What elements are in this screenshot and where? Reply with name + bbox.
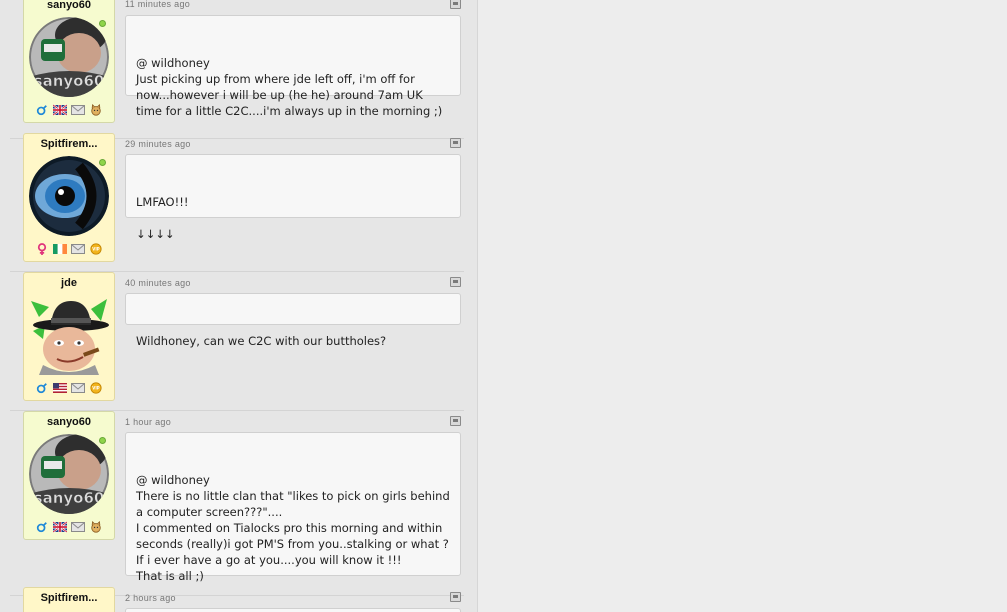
message-icon[interactable]	[71, 382, 85, 394]
comment-bubble: @ wildhoney There is no little clan that …	[125, 432, 461, 583]
comment-line: I commented on Tialocks pro this morning…	[136, 521, 449, 551]
post-timestamp: 11 minutes ago	[125, 0, 191, 9]
comment-line: LMFAO!!!	[136, 195, 189, 209]
user-card[interactable]: Spitfirem... VIP	[23, 133, 115, 262]
post-timestamp: 29 minutes ago	[125, 139, 191, 149]
message-icon[interactable]	[71, 521, 85, 533]
vip-icon: VIP	[90, 243, 102, 255]
cat-icon	[91, 104, 101, 116]
svg-text:sanyo60: sanyo60	[34, 489, 105, 507]
comment-line: ↓↓↓↓	[136, 227, 175, 241]
svg-text:VIP: VIP	[92, 386, 100, 391]
comment-line: @ wildhoney	[136, 56, 210, 70]
comment-line: There is no little clan that "likes to p…	[136, 489, 454, 519]
vip-icon: VIP	[90, 382, 102, 394]
comment-line: Just picking up from where jde left off,…	[136, 72, 443, 118]
comment-post: Spitfirem... VIP 29 minutes ago LMFAO!!!…	[0, 133, 477, 272]
avatar[interactable]	[29, 156, 109, 236]
username-link[interactable]: Spitfirem...	[24, 592, 114, 606]
report-flag-icon[interactable]	[450, 416, 461, 426]
user-badges: VIP	[24, 242, 114, 256]
message-icon[interactable]	[71, 104, 85, 116]
avatar[interactable]: sanyo60	[29, 17, 109, 97]
user-card[interactable]: sanyo60 sanyo60	[23, 411, 115, 540]
uk-flag-icon	[53, 521, 67, 533]
comment-feed: sanyo60 sanyo60 11 minutes ago @ wildhon…	[0, 0, 478, 612]
comment-line	[136, 210, 450, 226]
post-timestamp: 40 minutes ago	[125, 278, 191, 288]
message-icon[interactable]	[71, 243, 85, 255]
username-link[interactable]: Spitfirem...	[24, 138, 114, 152]
uk-flag-icon	[53, 104, 67, 116]
username-link[interactable]: sanyo60	[24, 0, 114, 13]
report-flag-icon[interactable]	[450, 592, 461, 602]
post-meta: 1 hour ago	[125, 416, 461, 429]
cat-icon	[91, 521, 101, 533]
user-card[interactable]: sanyo60 sanyo60	[23, 0, 115, 123]
avatar[interactable]: sanyo60	[29, 434, 109, 514]
comment-post: Spitfirem... 2 hours ago	[0, 587, 477, 612]
report-flag-icon[interactable]	[450, 277, 461, 287]
male-icon	[36, 522, 47, 533]
online-indicator	[99, 159, 106, 166]
ireland-flag-icon	[53, 244, 67, 254]
post-meta: 2 hours ago	[125, 592, 461, 605]
online-indicator	[99, 437, 106, 444]
user-card[interactable]: jde VIP	[23, 272, 115, 401]
comment-line: That is all ;)	[136, 569, 204, 583]
post-timestamp: 1 hour ago	[125, 417, 172, 427]
post-timestamp: 2 hours ago	[125, 593, 176, 603]
user-badges	[24, 103, 114, 117]
male-icon	[36, 383, 47, 394]
svg-text:VIP: VIP	[92, 247, 100, 252]
post-meta: 11 minutes ago	[125, 0, 461, 12]
usa-flag-icon	[53, 383, 67, 393]
avatar[interactable]	[29, 295, 109, 375]
user-badges	[24, 520, 114, 534]
svg-text:sanyo60: sanyo60	[34, 72, 105, 90]
user-card[interactable]: Spitfirem...	[23, 587, 115, 612]
comment-bubble: LMFAO!!! ↓↓↓↓	[125, 154, 461, 241]
comment-line: @ wildhoney	[136, 473, 210, 487]
comment-post: jde VIP 40 minutes ago Wildhoney, can we…	[0, 272, 477, 411]
comment-line: If i ever have a go at you....you will k…	[136, 553, 402, 567]
comment-line: Wildhoney, can we C2C with our buttholes…	[136, 334, 387, 348]
female-icon	[37, 243, 47, 255]
page-background	[478, 0, 1007, 612]
report-flag-icon[interactable]	[450, 138, 461, 148]
comment-bubble	[125, 608, 461, 612]
user-badges: VIP	[24, 381, 114, 395]
username-link[interactable]: sanyo60	[24, 416, 114, 430]
comment-bubble: Wildhoney, can we C2C with our buttholes…	[125, 293, 461, 348]
male-icon	[36, 105, 47, 116]
username-link[interactable]: jde	[24, 277, 114, 291]
comment-post: sanyo60 sanyo60	[0, 411, 477, 596]
comment-post: sanyo60 sanyo60	[0, 0, 477, 139]
report-flag-icon[interactable]	[450, 0, 461, 9]
comment-bubble: @ wildhoney Just picking up from where jd…	[125, 15, 461, 118]
post-meta: 40 minutes ago	[125, 277, 461, 290]
online-indicator	[99, 20, 106, 27]
post-meta: 29 minutes ago	[125, 138, 461, 151]
